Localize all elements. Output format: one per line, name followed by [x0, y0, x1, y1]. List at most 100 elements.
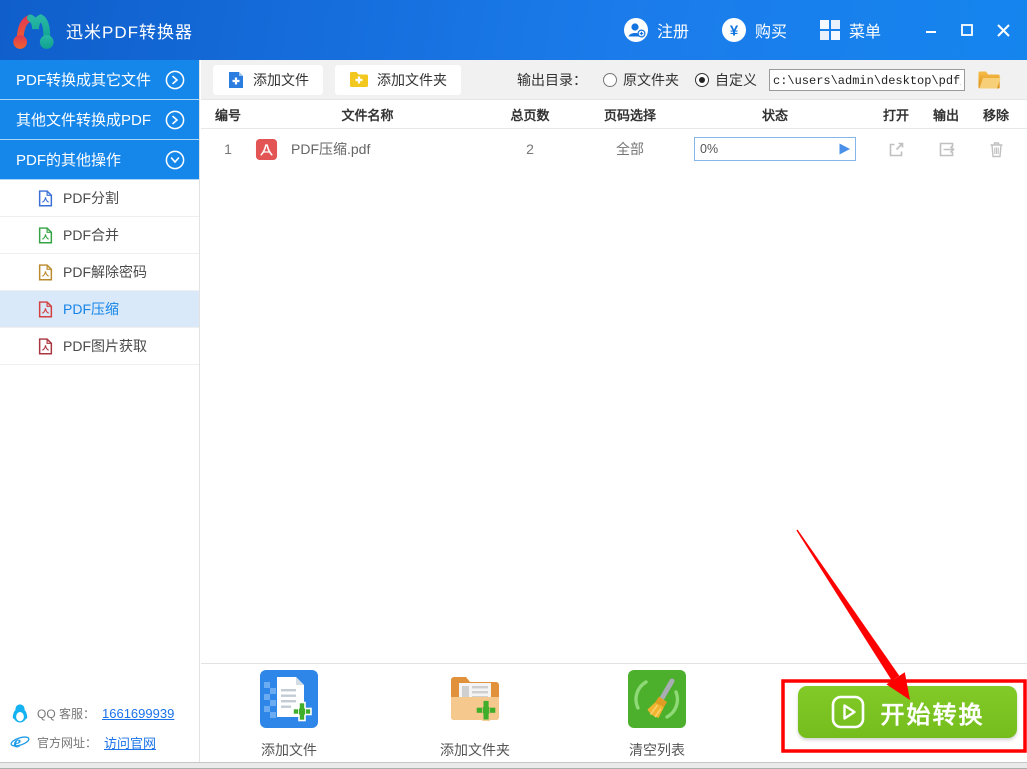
minimize-button[interactable]: [913, 10, 949, 50]
pdf-doc-icon: [38, 301, 53, 318]
sidebar-item-label: PDF压缩: [63, 299, 119, 319]
pdf-file-icon: [255, 138, 278, 161]
yuan-coin-icon: ¥: [721, 17, 747, 43]
delete-row-icon[interactable]: [987, 140, 1006, 159]
column-header-page-select: 页码选择: [580, 105, 680, 124]
sidebar-item-pdf-remove-password[interactable]: PDF解除密码: [0, 254, 199, 291]
buy-label: 购买: [755, 18, 787, 42]
table-row: 1 PDF压缩.pdf 2 全部 0%: [201, 129, 1027, 169]
add-file-button[interactable]: 添加文件: [213, 65, 323, 95]
sidebar-item-label: PDF合并: [63, 225, 119, 245]
add-folder-big-button[interactable]: 添加文件夹: [415, 670, 535, 760]
sidebar-item-label: PDF图片获取: [63, 336, 147, 356]
clear-list-big-label: 清空列表: [597, 740, 717, 760]
sidebar: PDF转换成其它文件 其他文件转换成PDF PDF的其他操作: [0, 60, 200, 762]
column-header-remove: 移除: [970, 105, 1022, 124]
add-file-icon: [227, 71, 245, 89]
menu-label: 菜单: [849, 18, 881, 42]
sidebar-group-label: 其他文件转换成PDF: [16, 109, 151, 130]
column-header-pages: 总页数: [480, 105, 580, 124]
pdf-doc-icon: [38, 227, 53, 244]
register-label: 注册: [657, 18, 689, 42]
row-filename: PDF压缩.pdf: [291, 139, 370, 159]
browse-folder-icon[interactable]: [977, 70, 1001, 90]
radio-original-folder-label[interactable]: 原文件夹: [623, 70, 679, 90]
browser-e-icon: e: [10, 732, 30, 752]
qq-icon: [10, 703, 30, 723]
play-icon: [831, 695, 865, 729]
open-file-icon[interactable]: [887, 140, 906, 159]
add-folder-icon: [349, 71, 369, 88]
grid-menu-icon: [819, 19, 841, 41]
file-table-header: 编号 文件名称 总页数 页码选择 状态 打开 输出 移除: [201, 100, 1027, 129]
add-folder-big-icon: [446, 670, 504, 728]
add-file-big-button[interactable]: 添加文件: [229, 670, 349, 760]
maximize-icon: [960, 23, 974, 37]
sidebar-group-pdf-other-ops[interactable]: PDF的其他操作: [0, 140, 199, 180]
maximize-button[interactable]: [949, 10, 985, 50]
bottom-divider: [201, 663, 1027, 664]
row-page-range[interactable]: 全部: [580, 139, 680, 159]
add-file-big-icon: [260, 670, 318, 728]
main-panel: 添加文件 添加文件夹 输出目录： 原文件夹 自定义: [201, 60, 1027, 762]
clear-list-big-button[interactable]: 清空列表: [597, 670, 717, 760]
qq-service-label: QQ 客服：: [37, 705, 95, 722]
start-convert-button[interactable]: 开始转换: [798, 686, 1017, 738]
svg-text:¥: ¥: [730, 23, 739, 40]
clear-list-big-icon: [628, 670, 686, 728]
sidebar-item-pdf-compress[interactable]: PDF压缩: [0, 291, 199, 328]
user-plus-icon: [623, 17, 649, 43]
toolbar: 添加文件 添加文件夹 输出目录： 原文件夹 自定义: [201, 60, 1027, 100]
pdf-doc-icon: [38, 190, 53, 207]
radio-custom-folder-label[interactable]: 自定义: [715, 70, 757, 90]
column-header-filename: 文件名称: [255, 105, 480, 124]
add-folder-label: 添加文件夹: [377, 70, 447, 90]
official-site-link[interactable]: 访问官网: [104, 733, 156, 752]
open-output-icon[interactable]: [937, 140, 956, 159]
chevron-down-circle-icon: [165, 150, 185, 170]
radio-original-folder[interactable]: [603, 73, 617, 87]
add-file-label: 添加文件: [253, 70, 309, 90]
sidebar-group-label: PDF转换成其它文件: [16, 69, 151, 90]
sidebar-group-label: PDF的其他操作: [16, 149, 121, 170]
register-button[interactable]: 注册: [623, 17, 689, 43]
app-logo-icon: [8, 6, 58, 54]
svg-text:e: e: [14, 733, 22, 752]
column-header-output: 输出: [922, 105, 970, 124]
sidebar-group-other-to-pdf[interactable]: 其他文件转换成PDF: [0, 100, 199, 140]
close-button[interactable]: [985, 10, 1021, 50]
title-bar: 迅米PDF转换器 注册 ¥ 购买: [0, 0, 1027, 60]
app-window: 迅米PDF转换器 注册 ¥ 购买: [0, 0, 1027, 769]
progress-bar: 0%: [694, 137, 856, 161]
pdf-doc-icon: [38, 338, 53, 355]
minimize-icon: [924, 23, 938, 37]
chevron-right-circle-icon: [165, 110, 185, 130]
output-directory-group: 输出目录： 原文件夹 自定义: [517, 69, 1001, 91]
column-header-index: 编号: [201, 105, 255, 124]
add-file-big-label: 添加文件: [229, 740, 349, 760]
output-directory-label: 输出目录：: [517, 70, 587, 90]
sidebar-group-pdf-to-other[interactable]: PDF转换成其它文件: [0, 60, 199, 100]
row-page-count: 2: [480, 141, 580, 157]
qq-number-link[interactable]: 1661699939: [102, 706, 174, 721]
sidebar-item-label: PDF解除密码: [63, 262, 147, 282]
window-bottom-edge: [0, 762, 1027, 769]
buy-button[interactable]: ¥ 购买: [721, 17, 787, 43]
sidebar-item-pdf-merge[interactable]: PDF合并: [0, 217, 199, 254]
app-title: 迅米PDF转换器: [66, 18, 193, 43]
contact-info: QQ 客服： 1661699939 e 官方网址： 访问官网: [10, 694, 174, 752]
chevron-right-circle-icon: [165, 70, 185, 90]
column-header-open: 打开: [870, 105, 922, 124]
column-header-status: 状态: [680, 105, 870, 124]
menu-button[interactable]: 菜单: [819, 18, 881, 42]
add-folder-button[interactable]: 添加文件夹: [335, 65, 461, 95]
play-progress-icon[interactable]: [838, 142, 851, 156]
official-site-label: 官方网址：: [37, 734, 97, 751]
sidebar-item-pdf-split[interactable]: PDF分割: [0, 180, 199, 217]
radio-custom-folder[interactable]: [695, 73, 709, 87]
sidebar-item-pdf-extract-images[interactable]: PDF图片获取: [0, 328, 199, 365]
close-icon: [996, 23, 1011, 38]
add-folder-big-label: 添加文件夹: [415, 740, 535, 760]
start-convert-label: 开始转换: [881, 695, 985, 730]
output-path-input[interactable]: [769, 69, 965, 91]
